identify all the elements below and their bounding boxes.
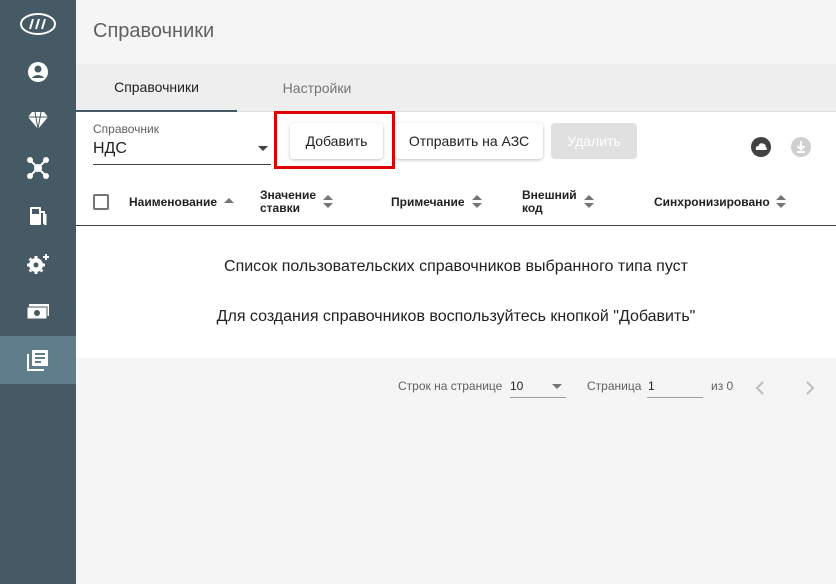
chevron-right-icon[interactable] — [801, 380, 817, 396]
sort-down-icon[interactable] — [776, 203, 786, 208]
rows-per-page-label: Строк на странице — [398, 379, 503, 393]
chevron-left-icon[interactable] — [753, 380, 769, 396]
sort-down-icon[interactable] — [584, 203, 594, 208]
column-header-note[interactable]: Примечание — [391, 196, 465, 209]
sort-down-icon[interactable] — [472, 203, 482, 208]
diamond-icon[interactable] — [0, 96, 76, 144]
column-header-name-label: Наименование — [129, 195, 218, 209]
column-header-rate-label-2: ставки — [260, 201, 300, 215]
rows-dropdown-icon[interactable] — [552, 384, 562, 389]
tab-dictionaries[interactable]: Справочники — [76, 64, 237, 112]
page-input-underline — [647, 397, 703, 398]
column-header-name[interactable]: Наименование — [129, 196, 217, 209]
sort-up-icon[interactable] — [776, 195, 786, 200]
column-header-note-label: Примечание — [391, 195, 465, 209]
sort-asc-icon[interactable] — [224, 198, 234, 203]
column-header-synced[interactable]: Синхронизировано — [654, 196, 770, 209]
tab-settings[interactable]: Настройки — [237, 64, 397, 112]
column-header-synced-label: Синхронизировано — [654, 195, 770, 209]
selector-label: Справочник — [93, 122, 159, 136]
dictionary-icon[interactable] — [0, 336, 76, 384]
gear-plus-icon[interactable] — [0, 240, 76, 288]
sort-up-icon[interactable] — [584, 195, 594, 200]
download-icon — [790, 136, 812, 158]
cloud-icon[interactable] — [750, 136, 772, 158]
dictionary-select[interactable]: НДС — [93, 140, 127, 158]
column-header-external-code-label-2: код — [522, 201, 543, 215]
rows-select-underline — [510, 397, 566, 398]
account-circle-icon[interactable] — [0, 48, 76, 96]
logo-icon[interactable] — [0, 0, 76, 48]
sort-down-icon[interactable] — [323, 203, 333, 208]
empty-message: Список пользовательских справочников выб… — [224, 258, 688, 275]
cash-icon[interactable] — [0, 288, 76, 336]
rows-per-page-select[interactable]: 10 — [510, 379, 523, 393]
highlight-box — [274, 111, 395, 169]
fuel-station-icon[interactable] — [0, 192, 76, 240]
network-hub-icon[interactable] — [0, 144, 76, 192]
dropdown-arrow-icon[interactable] — [258, 146, 268, 151]
page-title: Справочники — [93, 20, 215, 42]
delete-button: Удалить — [551, 123, 637, 159]
column-header-external-code[interactable]: Внешний код — [522, 189, 577, 215]
select-underline — [93, 164, 271, 165]
sort-up-icon[interactable] — [323, 195, 333, 200]
page-total-label: из 0 — [711, 379, 734, 393]
sort-up-icon[interactable] — [472, 195, 482, 200]
tab-bar: Справочники Настройки — [76, 64, 836, 112]
page-label: Страница — [587, 379, 642, 393]
select-all-checkbox[interactable] — [93, 194, 109, 210]
column-header-rate[interactable]: Значение ставки — [260, 189, 316, 215]
empty-hint: Для создания справочников воспользуйтесь… — [216, 308, 696, 325]
sidebar — [0, 0, 76, 584]
page-input[interactable]: 1 — [648, 379, 655, 393]
send-to-station-button[interactable]: Отправить на АЗС — [395, 123, 543, 159]
